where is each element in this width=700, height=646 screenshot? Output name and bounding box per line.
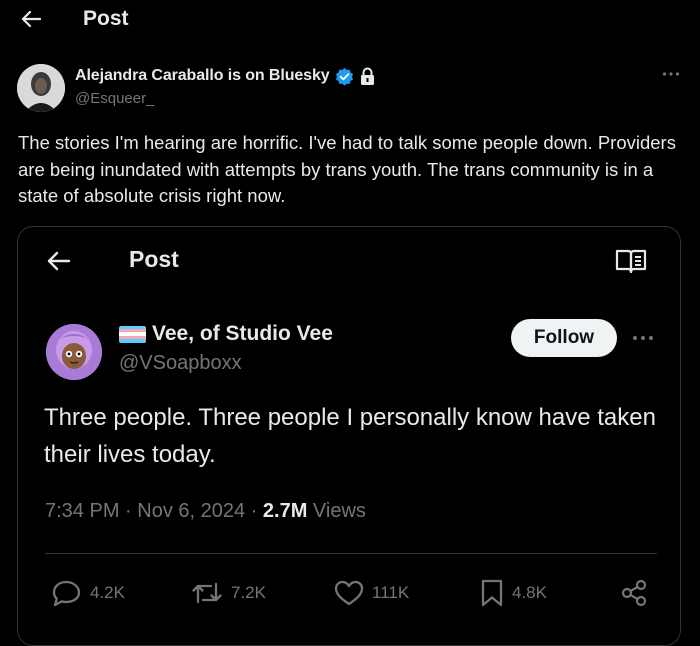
arrow-left-icon — [21, 10, 41, 28]
avatar-image — [46, 324, 102, 380]
repost-count: 7.2K — [231, 583, 266, 602]
page-title: Post — [83, 7, 129, 30]
reader-mode-button[interactable] — [615, 247, 647, 275]
quote-back-button[interactable] — [45, 248, 73, 274]
quoted-more-options-button[interactable] — [630, 328, 656, 348]
bookmark-button[interactable]: 4.8K — [480, 577, 547, 609]
quoted-post-text: Three people. Three people I personally … — [44, 404, 656, 468]
reply-count: 4.2K — [90, 583, 125, 602]
author-row: Alejandra Caraballo is on Bluesky — [75, 65, 376, 87]
quoted-avatar[interactable] — [46, 324, 102, 380]
like-button[interactable]: 111K — [334, 577, 409, 609]
trans-flag-icon — [119, 325, 146, 343]
quoted-author-handle[interactable]: @VSoapboxx — [119, 352, 242, 375]
reply-button[interactable]: 4.2K — [52, 577, 125, 609]
reader-book-icon — [615, 249, 647, 274]
post-text: The stories I'm hearing are horrific. I'… — [18, 132, 676, 206]
reply-icon — [52, 580, 81, 607]
back-button[interactable] — [18, 6, 44, 32]
arrow-left-icon — [47, 251, 71, 271]
bookmark-icon — [481, 579, 503, 607]
divider — [45, 553, 657, 554]
views-label: Views — [307, 500, 366, 522]
post-meta: 7:34 PM · Nov 6, 2024 · 2.7M Views — [45, 500, 366, 523]
share-icon — [621, 579, 647, 607]
verified-badge-icon — [335, 67, 353, 86]
like-count: 111K — [372, 583, 410, 602]
views-count: 2.7M — [262, 500, 308, 522]
repost-icon — [192, 582, 222, 604]
heart-icon — [334, 580, 364, 606]
repost-button[interactable]: 7.2K — [191, 577, 266, 609]
more-horizontal-icon — [662, 72, 680, 76]
more-options-button[interactable] — [659, 64, 683, 84]
top-bar: Post — [0, 0, 700, 40]
post-timestamp[interactable]: 7:34 PM · Nov 6, 2024 · — [45, 500, 263, 522]
avatar-image — [17, 64, 65, 112]
quoted-post-card[interactable]: Post Vee, of Studio Vee @VSoapboxx Follo… — [17, 226, 681, 646]
bookmark-count: 4.8K — [512, 583, 547, 602]
author-name[interactable]: Alejandra Caraballo is on Bluesky — [75, 67, 330, 85]
quoted-author-row: Vee, of Studio Vee — [119, 321, 333, 347]
more-horizontal-icon — [633, 336, 653, 340]
avatar[interactable] — [17, 64, 65, 112]
author-handle[interactable]: @Esqueer_ — [75, 90, 154, 107]
follow-button[interactable]: Follow — [511, 319, 617, 357]
lock-icon — [360, 67, 374, 85]
quote-header-title: Post — [129, 246, 179, 272]
share-button[interactable] — [620, 577, 648, 609]
quoted-author-name[interactable]: Vee, of Studio Vee — [152, 322, 333, 346]
